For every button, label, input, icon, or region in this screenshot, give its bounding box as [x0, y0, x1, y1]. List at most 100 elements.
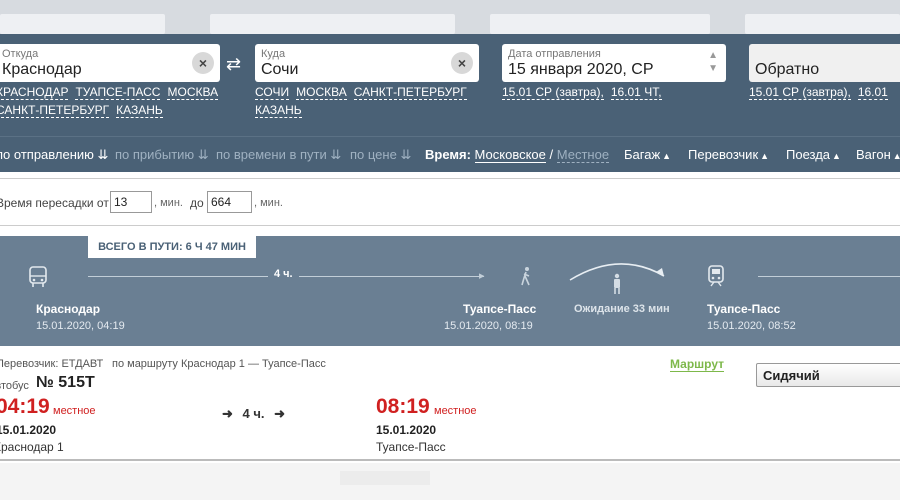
filter-baggage[interactable]: Багаж ▲ [624, 147, 671, 162]
date-value[interactable]: 15 января 2020, СР [508, 61, 654, 79]
sort-icon: ⇊ [400, 147, 412, 162]
top-strip [0, 0, 900, 34]
triangle-up-icon: ▲ [662, 151, 672, 161]
arrow-right-icon: ▸ [479, 270, 485, 282]
timeline-datetime: 15.01.2020, 04:19 [36, 320, 125, 332]
triangle-up-icon: ▲ [760, 151, 770, 161]
filter-baggage-label: Багаж [624, 147, 661, 162]
to-quick-link[interactable]: САНКТ-ПЕТЕРБУРГ [353, 85, 467, 100]
return-quick-links: 15.01 СР (завтра), 16.01 [749, 83, 895, 101]
from-quick-link[interactable]: КАЗАНЬ [116, 103, 163, 118]
time-moscow-link[interactable]: Московское [474, 147, 546, 163]
transfer-min-input[interactable]: 13 [110, 191, 152, 213]
ghost-field [210, 14, 455, 34]
arrival-local-label: местное [434, 405, 477, 417]
segment-duration: ➜ 4 ч. ➜ [222, 406, 285, 422]
departure-station: Краснодар 1 [0, 440, 64, 454]
next-result-blurred [0, 463, 900, 500]
timeline-datetime: 15.01.2020, 08:19 [444, 320, 533, 332]
date-quick-link[interactable]: 16.01 ЧТ, [610, 85, 662, 100]
return-field[interactable]: Обратно [749, 44, 900, 82]
seat-type-select[interactable]: Сидячий [756, 363, 900, 387]
walking-person-icon [519, 266, 533, 291]
date-quick-link[interactable]: 15.01 СР (завтра), [502, 85, 604, 100]
triangle-up-icon: ▲ [832, 151, 841, 161]
sort-by-arrival[interactable]: по прибытию ⇊ [115, 147, 209, 163]
filter-trains-label: Поезда [786, 147, 831, 162]
time-label: Время: [425, 147, 471, 162]
sort-by-price[interactable]: по цене ⇊ [350, 147, 411, 163]
transfer-max-input[interactable]: 664 [207, 191, 252, 213]
to-quick-link[interactable]: КАЗАНЬ [255, 103, 302, 118]
sort-by-duration-label: по времени в пути [216, 147, 327, 162]
date-field[interactable]: Дата отправления 15 января 2020, СР ▲ ▼ [502, 44, 726, 82]
person-luggage-icon [610, 273, 624, 300]
from-value[interactable]: Краснодар [2, 61, 82, 79]
ghost-field [745, 14, 900, 34]
timeline-city: Туапсе-Пасс [707, 302, 781, 316]
transfer-to-label: до [190, 196, 204, 210]
transfer-max-unit: , мин. [254, 197, 283, 209]
filter-carrier[interactable]: Перевозчик ▲ [688, 147, 769, 162]
route-link[interactable]: Маршрут [670, 357, 725, 372]
departure-time: 04:19 [0, 395, 50, 418]
sort-icon: ⇊ [97, 147, 109, 162]
sort-icon: ⇊ [197, 147, 209, 162]
sort-by-arrival-label: по прибытию [115, 147, 195, 162]
date-spinner-icon[interactable]: ▲ ▼ [708, 49, 718, 75]
departure-local-label: местное [53, 405, 96, 417]
time-mode: Время: Московское / Местное [425, 147, 610, 163]
from-quick-link[interactable]: ТУАПСЕ-ПАСС [75, 85, 161, 100]
leg-duration: 4 ч. [268, 268, 299, 280]
date-quick-links: 15.01 СР (завтра), 16.01 ЧТ, [502, 83, 669, 101]
transfer-time-filter: Время пересадки от 13 , мин. до 664 , ми… [0, 178, 900, 226]
timeline-city: Туапсе-Пасс [463, 302, 537, 316]
from-quick-link[interactable]: КРАСНОДАР [0, 85, 69, 100]
clear-from-icon[interactable]: × [192, 52, 214, 74]
sort-by-departure-label: по отправлению [0, 147, 94, 162]
arrow-right-icon: ➜ [222, 406, 233, 421]
route-info: по маршруту Краснодар 1 — Туапсе-Пасс [112, 358, 326, 370]
return-quick-link[interactable]: 16.01 [857, 85, 888, 100]
ghost-field [0, 14, 165, 34]
timeline-datetime: 15.01.2020, 08:52 [707, 320, 796, 332]
sort-by-duration[interactable]: по времени в пути ⇊ [216, 147, 341, 163]
arrow-right-icon: ➜ [274, 406, 286, 421]
wait-time: Ожидание 33 мин [574, 303, 670, 315]
return-placeholder[interactable]: Обратно [755, 61, 819, 79]
total-duration-badge: ВСЕГО В ПУТИ: 6 Ч 47 МИН [88, 236, 256, 258]
filter-wagon[interactable]: Вагон ▲ [856, 147, 900, 162]
bus-icon [28, 266, 48, 293]
arrival-time: 08:19 [376, 395, 430, 418]
ghost-field [490, 14, 710, 34]
swap-icon[interactable]: ⇄ [226, 54, 241, 75]
return-quick-link[interactable]: 15.01 СР (завтра), [749, 85, 851, 100]
from-field[interactable]: Откуда Краснодар × [0, 44, 220, 82]
from-quick-link[interactable]: МОСКВА [167, 85, 219, 100]
vehicle-number: № 515Т [36, 374, 95, 391]
sort-icon: ⇊ [330, 147, 342, 162]
search-panel: Откуда Краснодар × ⇄ Куда Сочи × Дата от… [0, 34, 900, 136]
filter-carrier-label: Перевозчик [688, 147, 759, 162]
filter-trains[interactable]: Поезда ▲ [786, 147, 841, 162]
to-field[interactable]: Куда Сочи × [255, 44, 479, 82]
sort-by-departure[interactable]: по отправлению ⇊ [0, 147, 108, 163]
time-separator: / [549, 147, 554, 162]
from-quick-link[interactable]: САНКТ-ПЕТЕРБУРГ [0, 103, 110, 118]
departure-date: 15.01.2020 [0, 423, 57, 437]
to-quick-link[interactable]: СОЧИ [255, 85, 290, 100]
vehicle-type: Автобус [0, 380, 29, 392]
to-quick-link[interactable]: МОСКВА [296, 85, 347, 100]
arrival-date: 15.01.2020 [376, 423, 437, 437]
clear-to-icon[interactable]: × [451, 52, 473, 74]
sort-by-price-label: по цене [350, 147, 397, 162]
from-label: Откуда [2, 48, 39, 60]
time-local-link[interactable]: Местное [556, 147, 610, 163]
ghost-text [340, 471, 430, 485]
to-quick-links: СОЧИ МОСКВА САНКТ-ПЕТЕРБУРГ КАЗАНЬ [255, 83, 485, 119]
sort-bar: по отправлению ⇊ по прибытию ⇊ по времен… [0, 136, 900, 172]
from-quick-links: КРАСНОДАР ТУАПСЕ-ПАСС МОСКВА САНКТ-ПЕТЕРБУР… [0, 83, 221, 119]
transfer-label: Время пересадки от [0, 196, 109, 210]
to-value[interactable]: Сочи [261, 61, 298, 79]
arrival-station: Туапсе-Пасс [376, 440, 446, 454]
